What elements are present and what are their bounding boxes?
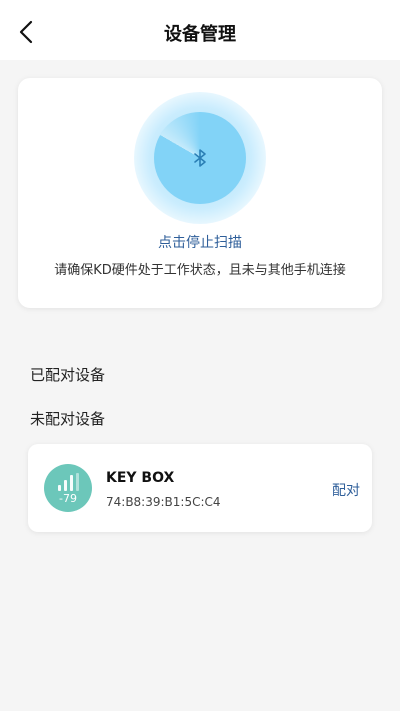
pair-button[interactable]: 配对 bbox=[332, 480, 360, 500]
unpaired-devices-title: 未配对设备 bbox=[30, 410, 106, 428]
device-list-item[interactable]: -79 KEY BOX 74:B8:39:B1:5C:C4 配对 bbox=[28, 444, 372, 532]
scan-tip: 请确保KD硬件处于工作状态，且未与其他手机连接 bbox=[54, 263, 346, 278]
scan-card: 点击停止扫描 请确保KD硬件处于工作状态，且未与其他手机连接 bbox=[18, 78, 382, 308]
signal-strength-icon bbox=[57, 473, 79, 491]
device-name: KEY BOX bbox=[106, 470, 175, 486]
paired-devices-title: 已配对设备 bbox=[30, 366, 106, 384]
app-header: 设备管理 bbox=[0, 0, 400, 60]
stop-scan-button[interactable]: 点击停止扫描 bbox=[18, 232, 382, 252]
signal-badge: -79 bbox=[44, 464, 92, 512]
device-mac: 74:B8:39:B1:5C:C4 bbox=[106, 495, 221, 509]
bluetooth-icon bbox=[194, 149, 206, 167]
scan-radar[interactable] bbox=[134, 92, 266, 224]
rssi-value: -79 bbox=[59, 492, 77, 505]
page-title: 设备管理 bbox=[164, 24, 236, 45]
